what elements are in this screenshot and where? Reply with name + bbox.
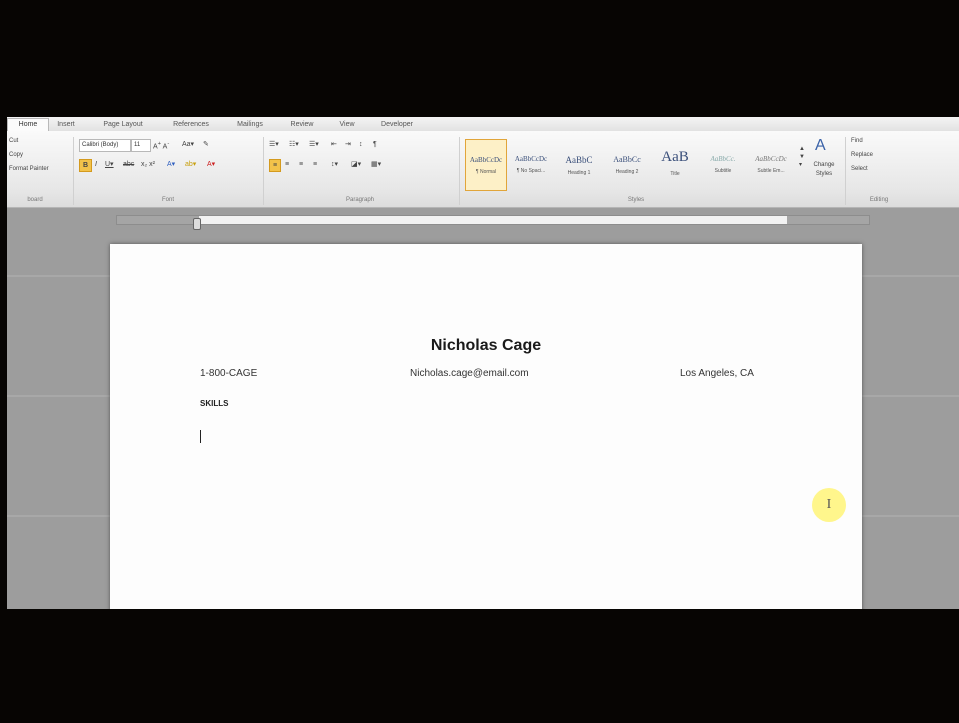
line-spacing-icon[interactable]: ↕▾ — [331, 159, 338, 170]
align-right-icon[interactable]: ≡ — [299, 159, 303, 170]
style-sample: AaBbCcDc — [755, 155, 787, 163]
clipboard-group-label: board — [27, 197, 43, 203]
font-name-select[interactable]: Calibri (Body) — [79, 139, 131, 152]
cut-button[interactable]: Cut — [9, 137, 18, 146]
style-name: ¶ Normal — [475, 169, 497, 175]
numbering-icon[interactable]: ☷▾ — [289, 139, 299, 150]
replace-button[interactable]: Replace — [851, 151, 873, 160]
skills-heading: SKILLS — [200, 399, 229, 408]
clear-format-icon[interactable]: ✎ — [203, 139, 209, 150]
find-button[interactable]: Find — [851, 137, 863, 146]
font-color-icon[interactable]: A▾ — [207, 159, 215, 170]
editing-group-label: Editing — [869, 197, 889, 203]
tab-references[interactable]: References — [167, 119, 215, 131]
style-name: Subtitle — [714, 168, 732, 174]
increase-indent-icon[interactable]: ⇥ — [345, 139, 351, 150]
style-name: Heading 2 — [615, 169, 639, 175]
style-sample: AaBbCc. — [710, 155, 736, 163]
ribbon-tabs: Home Insert Page Layout References Maili… — [7, 117, 959, 131]
bold-button[interactable]: B — [79, 159, 92, 172]
font-group-label: Font — [161, 197, 174, 203]
style-sample: AaBbCc — [613, 155, 641, 164]
horizontal-ruler[interactable] — [116, 215, 870, 225]
tab-developer[interactable]: Developer — [373, 119, 421, 131]
style-heading-2[interactable]: AaBbCc Heading 2 — [607, 139, 647, 189]
text-caret — [200, 430, 201, 443]
style-no-spacing[interactable]: AaBbCcDc ¶ No Spaci... — [511, 139, 551, 189]
style-sample: AaB — [661, 149, 689, 165]
copy-button[interactable]: Copy — [9, 151, 23, 160]
paragraph-group-label: Paragraph — [345, 197, 375, 203]
bullets-icon[interactable]: ☰▾ — [269, 139, 279, 150]
shading-icon[interactable]: ◪▾ — [351, 159, 361, 170]
styles-group-label: Styles — [627, 197, 645, 203]
indent-marker[interactable] — [193, 218, 201, 230]
document-page[interactable]: Nicholas Cage 1-800-CAGE Nicholas.cage@e… — [110, 244, 862, 609]
separator — [845, 137, 846, 205]
separator — [73, 137, 74, 205]
align-left-icon[interactable]: ≡ — [269, 159, 281, 172]
tab-review[interactable]: Review — [285, 119, 319, 131]
phone-text: 1-800-CAGE — [200, 368, 258, 379]
style-heading-1[interactable]: AaBbC Heading 1 — [559, 139, 599, 189]
change-styles-icon[interactable]: A — [815, 137, 826, 155]
word-window: Home Insert Page Layout References Maili… — [7, 117, 959, 609]
sort-icon[interactable]: ↕ — [359, 139, 363, 150]
style-name: Title — [670, 171, 680, 177]
style-normal[interactable]: AaBbCcDc ¶ Normal — [465, 139, 507, 191]
ruler-right-margin — [787, 216, 869, 224]
change-styles-button[interactable]: Change Styles — [810, 161, 838, 179]
underline-button[interactable]: U▾ — [105, 159, 114, 170]
email-text: Nicholas.cage@email.com — [410, 368, 529, 379]
ibeam-cursor-icon: I — [826, 497, 832, 512]
tab-mailings[interactable]: Mailings — [229, 119, 271, 131]
style-name: Heading 1 — [567, 170, 591, 176]
style-name: ¶ No Spaci... — [516, 168, 546, 174]
align-center-icon[interactable]: ≡ — [285, 159, 289, 170]
change-case-button[interactable]: Aa▾ — [182, 139, 194, 150]
tab-home[interactable]: Home — [7, 118, 49, 131]
style-title[interactable]: AaB Title — [655, 139, 695, 189]
decrease-indent-icon[interactable]: ⇤ — [331, 139, 337, 150]
tab-page-layout[interactable]: Page Layout — [95, 119, 151, 131]
style-subtitle[interactable]: AaBbCc. Subtitle — [703, 139, 743, 189]
style-sample: AaBbCcDc — [469, 156, 503, 164]
select-button[interactable]: Select — [851, 165, 868, 174]
strikethrough-button[interactable]: abc — [123, 159, 134, 170]
format-painter-button[interactable]: Format Painter — [9, 165, 49, 174]
italic-button[interactable]: I — [95, 159, 97, 170]
resume-name: Nicholas Cage — [430, 337, 542, 354]
style-name: Subtle Em... — [757, 168, 785, 174]
style-sample: AaBbCcDc — [514, 155, 548, 163]
tab-view[interactable]: View — [333, 119, 361, 131]
style-subtle-emphasis[interactable]: AaBbCcDc Subtle Em... — [751, 139, 791, 189]
show-marks-icon[interactable]: ¶ — [373, 139, 377, 150]
borders-icon[interactable]: ▦▾ — [371, 159, 381, 170]
multilevel-list-icon[interactable]: ☰▾ — [309, 139, 319, 150]
grow-font-button[interactable]: A+ A- — [153, 139, 169, 152]
tab-insert[interactable]: Insert — [53, 119, 79, 131]
highlight-color-icon[interactable]: ab▾ — [185, 159, 196, 170]
font-size-select[interactable]: 11 — [131, 139, 151, 152]
ruler-left-margin — [117, 216, 199, 224]
subscript-button[interactable]: x₂ x² — [141, 159, 155, 170]
location-text: Los Angeles, CA — [680, 368, 754, 379]
styles-scroll-icon[interactable]: ▲ ▼ ▾ — [799, 145, 805, 169]
ribbon: Cut Copy Format Painter board Calibri (B… — [7, 131, 959, 208]
text-effects-icon[interactable]: A▾ — [167, 159, 175, 170]
separator — [459, 137, 460, 205]
justify-icon[interactable]: ≡ — [313, 159, 317, 170]
style-sample: AaBbC — [565, 155, 593, 165]
separator — [263, 137, 264, 205]
